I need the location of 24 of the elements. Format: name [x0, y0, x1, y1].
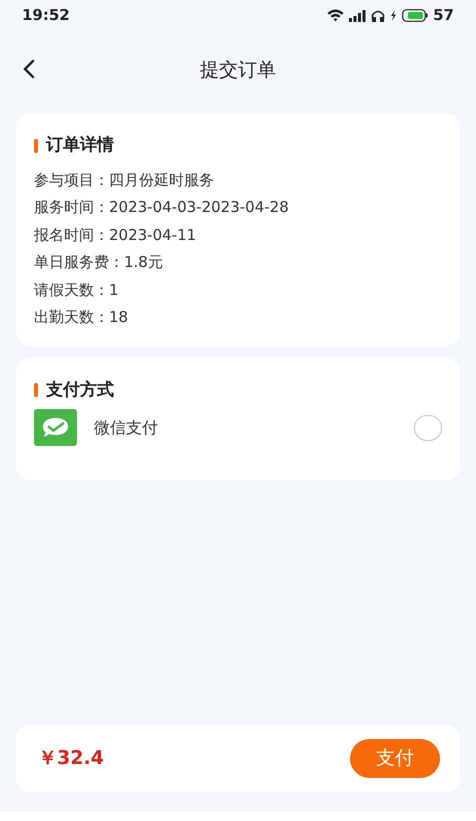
battery-level: 57 — [433, 4, 454, 26]
radio-button[interactable] — [414, 414, 442, 440]
accent-bar — [34, 383, 38, 398]
page-title: 提交订单 — [200, 58, 276, 83]
section-title: 支付方式 — [46, 378, 114, 402]
detail-row-text: 单日服务费：1.8元 — [34, 252, 164, 273]
detail-row-text: 出勤天数：18 — [34, 307, 130, 328]
pay-button[interactable]: 支付 — [350, 739, 440, 778]
headset-icon — [371, 8, 386, 22]
detail-row-text: 报名时间：2023-04-11 — [34, 224, 198, 246]
charging-icon — [390, 10, 398, 20]
signal-icon — [349, 8, 366, 22]
total-price: ￥32.4 — [38, 746, 104, 772]
chat-bubble-icon — [34, 409, 77, 446]
back-icon — [23, 59, 35, 79]
detail-row-text: 请假天数：1 — [34, 280, 120, 300]
status-time: 19:52 — [22, 4, 70, 26]
wifi-icon — [327, 8, 344, 22]
accent-bar — [34, 138, 38, 153]
detail-row-text: 参与项目：四月份延时服务 — [34, 170, 215, 190]
section-title: 订单详情 — [46, 134, 114, 157]
detail-row-text: 服务时间：2023-04-03-2023-04-28 — [34, 197, 290, 218]
payment-option-label: 微信支付 — [94, 416, 159, 438]
battery-icon — [402, 8, 428, 22]
